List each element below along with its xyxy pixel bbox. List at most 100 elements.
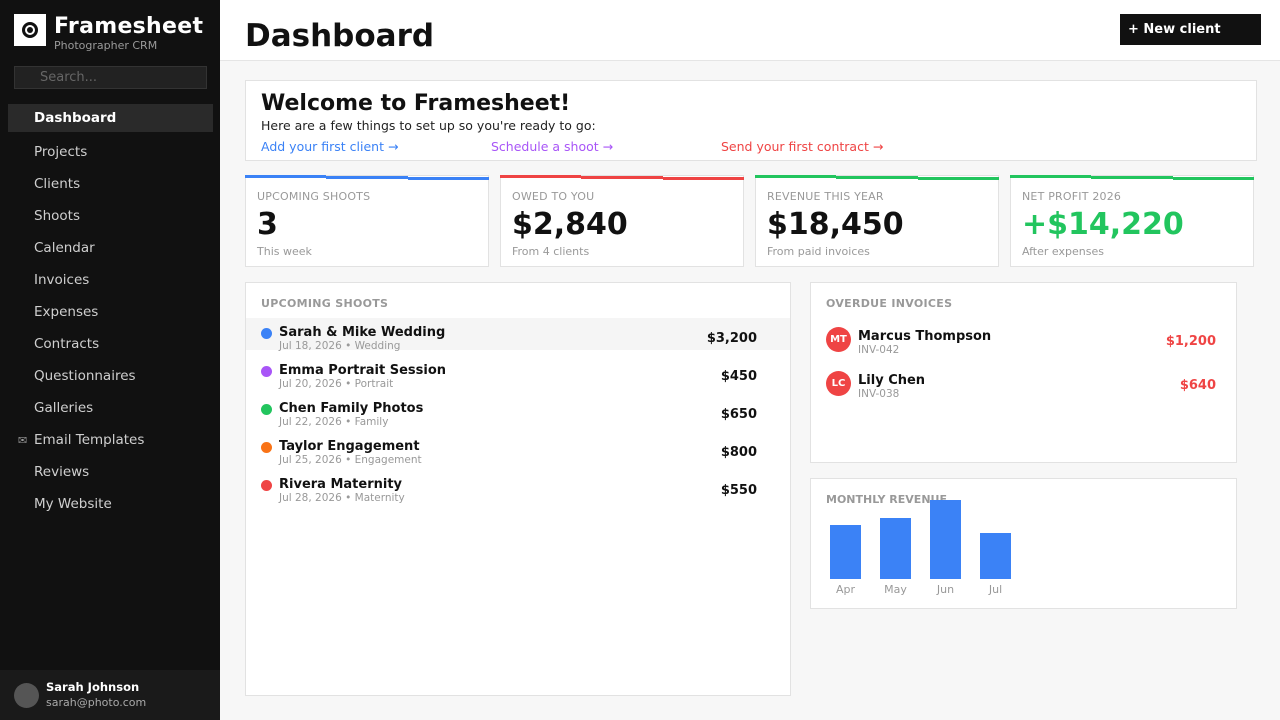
- sidebar-item-label: Dashboard: [34, 110, 117, 126]
- sidebar: Framesheet Photographer CRM Dashboard Pro…: [0, 0, 220, 720]
- shoot-meta: Jul 22, 2026 • Family: [279, 416, 388, 428]
- welcome-title: Welcome to Framesheet!: [261, 91, 571, 116]
- stat-label: OWED TO YOU: [512, 190, 595, 203]
- x-tick-label: Apr: [836, 583, 856, 596]
- app-tagline: Photographer CRM: [54, 39, 158, 52]
- stat-accent-bar: [755, 175, 999, 180]
- shoot-name: Emma Portrait Session: [279, 363, 447, 378]
- invoice-number: INV-038: [858, 388, 900, 400]
- sidebar-item-invoices[interactable]: Invoices: [8, 264, 213, 296]
- shoot-row[interactable]: Emma Portrait Session Jul 20, 2026 • Port…: [246, 356, 790, 390]
- invoice-number: INV-042: [858, 344, 900, 356]
- shoot-type: Family: [354, 416, 389, 428]
- shoot-row[interactable]: Taylor Engagement Jul 25, 2026 • Engageme…: [246, 432, 790, 466]
- x-tick-label: Jul: [988, 583, 1002, 596]
- header: Dashboard + New client: [220, 0, 1280, 61]
- stat-card: UPCOMING SHOOTS 3 This week: [245, 175, 489, 267]
- sidebar-item-label: Clients: [34, 176, 81, 192]
- sidebar-item-expenses[interactable]: Expenses: [8, 296, 213, 328]
- invoice-amount: $1,200: [1165, 334, 1216, 349]
- stat-card: NET PROFIT 2026 +$14,220 After expenses: [1010, 175, 1254, 267]
- framesheet-logo-icon: [14, 14, 46, 46]
- shoot-meta: Jul 25, 2026 • Engagement: [279, 454, 422, 466]
- sidebar-item-reviews[interactable]: Reviews: [8, 456, 213, 488]
- stat-note: From 4 clients: [512, 245, 590, 258]
- app-name: Framesheet: [54, 14, 204, 39]
- shoot-type-dot: [261, 442, 272, 453]
- brand[interactable]: Framesheet Photographer CRM: [14, 14, 203, 52]
- shoot-date: Jul 28, 2026: [279, 492, 342, 504]
- shoot-type-dot: [261, 404, 272, 415]
- shoot-type-dot: [261, 480, 272, 491]
- shoot-name: Rivera Maternity: [279, 477, 403, 492]
- search-box[interactable]: [14, 66, 207, 89]
- revenue-bar-apr: [830, 525, 861, 579]
- shoot-row[interactable]: Chen Family Photos Jul 22, 2026 • Family $…: [246, 394, 790, 428]
- shoot-meta: Jul 18, 2026 • Wedding: [279, 340, 400, 352]
- shoot-type: Maternity: [354, 492, 405, 504]
- sidebar-item-contracts[interactable]: Contracts: [8, 328, 213, 360]
- stat-note: After expenses: [1022, 245, 1104, 258]
- shoot-date: Jul 20, 2026: [279, 378, 342, 390]
- x-tick-label: May: [884, 583, 907, 596]
- separator: •: [341, 454, 355, 466]
- sidebar-item-my-website[interactable]: My Website: [8, 488, 213, 520]
- sidebar-item-label: Projects: [34, 144, 88, 160]
- shoot-price: $800: [720, 445, 757, 460]
- add-first-client-link[interactable]: Add your first client →: [261, 139, 398, 154]
- welcome-banner: Welcome to Framesheet! Here are a few th…: [245, 80, 1257, 161]
- shoot-type: Portrait: [354, 378, 394, 390]
- shoot-type-dot: [261, 366, 272, 377]
- stat-label: NET PROFIT 2026: [1022, 190, 1122, 203]
- stat-value: 3: [257, 207, 278, 242]
- shoot-row[interactable]: Sarah & Mike Wedding Jul 18, 2026 • Weddi…: [246, 318, 790, 352]
- send-contract-link[interactable]: Send your first contract →: [721, 139, 883, 154]
- user-email: sarah@photo.com: [46, 696, 147, 709]
- sidebar-item-shoots[interactable]: Shoots: [8, 200, 213, 232]
- invoice-row[interactable]: LC Lily Chen INV-038 $640: [811, 371, 1236, 401]
- shoot-name: Taylor Engagement: [279, 439, 420, 454]
- sidebar-item-galleries[interactable]: Galleries: [8, 392, 213, 424]
- shoot-date: Jul 18, 2026: [279, 340, 342, 352]
- shoot-type: Engagement: [354, 454, 422, 466]
- sidebar-item-label: Shoots: [34, 208, 80, 224]
- shoot-date: Jul 25, 2026: [279, 454, 342, 466]
- client-avatar: MT: [826, 327, 851, 352]
- welcome-subtitle: Here are a few things to set up so you'r…: [261, 118, 596, 133]
- sidebar-item-label: Email Templates: [34, 432, 145, 448]
- separator: •: [341, 492, 355, 504]
- shoot-meta: Jul 28, 2026 • Maternity: [279, 492, 405, 504]
- page-title: Dashboard: [245, 18, 435, 54]
- sidebar-item-questionnaires[interactable]: Questionnaires: [8, 360, 213, 392]
- stat-card: OWED TO YOU $2,840 From 4 clients: [500, 175, 744, 267]
- panel-title: OVERDUE INVOICES: [826, 297, 953, 310]
- schedule-shoot-link[interactable]: Schedule a shoot →: [491, 139, 613, 154]
- sidebar-item-label: Reviews: [34, 464, 90, 480]
- sidebar-item-calendar[interactable]: Calendar: [8, 232, 213, 264]
- stat-note: From paid invoices: [767, 245, 870, 258]
- x-tick-label: Jun: [936, 583, 954, 596]
- stat-accent-bar: [500, 175, 744, 180]
- revenue-bar-jul: [980, 533, 1011, 579]
- sidebar-item-dashboard[interactable]: Dashboard: [8, 104, 213, 132]
- shoot-type: Wedding: [354, 340, 401, 352]
- invoice-row[interactable]: MT Marcus Thompson INV-042 $1,200: [811, 327, 1236, 357]
- search-input[interactable]: [40, 70, 200, 85]
- revenue-bar-jun: [930, 500, 961, 579]
- shoot-row[interactable]: Rivera Maternity Jul 28, 2026 • Maternity…: [246, 470, 790, 504]
- separator: •: [341, 378, 355, 390]
- new-client-button[interactable]: + New client: [1120, 14, 1261, 45]
- stat-note: This week: [257, 245, 312, 258]
- user-profile[interactable]: Sarah Johnson sarah@photo.com: [0, 670, 220, 720]
- client-name: Lily Chen: [858, 373, 926, 388]
- sidebar-item-projects[interactable]: Projects: [8, 136, 213, 168]
- stat-label: REVENUE THIS YEAR: [767, 190, 884, 203]
- sidebar-item-clients[interactable]: Clients: [8, 168, 213, 200]
- sidebar-item-label: Contracts: [34, 336, 100, 352]
- email-icon: ✉: [18, 433, 28, 447]
- stat-label: UPCOMING SHOOTS: [257, 190, 371, 203]
- overdue-invoices-panel: OVERDUE INVOICES MT Marcus Thompson INV-04…: [810, 282, 1237, 463]
- sidebar-item-label: My Website: [34, 496, 112, 512]
- sidebar-item-email-templates[interactable]: ✉ Email Templates: [8, 424, 213, 456]
- separator: •: [341, 340, 355, 352]
